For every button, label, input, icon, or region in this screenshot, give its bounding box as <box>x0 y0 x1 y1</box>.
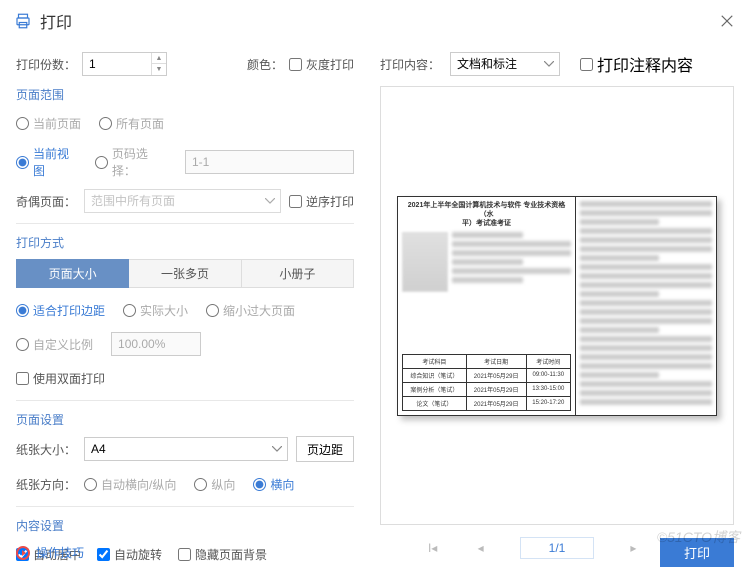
copies-label: 打印份数： <box>16 56 76 73</box>
radio-all-pages[interactable] <box>99 117 112 130</box>
paper-size-label: 纸张大小： <box>16 441 76 458</box>
tab-booklet[interactable]: 小册子 <box>242 259 354 288</box>
portrait-label: 纵向 <box>211 476 235 493</box>
tab-page-size[interactable]: 页面大小 <box>16 259 129 288</box>
exam-schedule-table: 考试科目考试日期考试时间 综合知识（笔试）2021年05月29日09:00-11… <box>402 354 571 411</box>
grayscale-checkbox[interactable] <box>289 58 302 71</box>
radio-landscape[interactable] <box>253 478 266 491</box>
odd-even-label: 奇偶页面： <box>16 193 76 210</box>
print-annot-label: 打印注释内容 <box>597 52 693 76</box>
print-content-select[interactable]: 文档和标注 <box>450 52 560 76</box>
radio-current-view[interactable] <box>16 156 29 169</box>
margins-button[interactable]: 页边距 <box>296 436 354 462</box>
radio-auto-direction[interactable] <box>84 478 97 491</box>
tips-label: 操作技巧 <box>36 544 84 561</box>
reverse-checkbox[interactable] <box>289 195 302 208</box>
landscape-label: 横向 <box>270 476 294 493</box>
paper-size-select[interactable]: A4 <box>84 437 288 461</box>
radio-current-page[interactable] <box>16 117 29 130</box>
radio-actual-size[interactable] <box>123 304 136 317</box>
reverse-label: 逆序打印 <box>306 193 354 210</box>
tab-multi-page[interactable]: 一张多页 <box>129 259 241 288</box>
play-icon <box>16 546 30 560</box>
radio-shrink-large[interactable] <box>206 304 219 317</box>
print-annot-checkbox[interactable] <box>580 58 593 71</box>
section-print-mode: 打印方式 <box>16 223 354 251</box>
duplex-checkbox[interactable] <box>16 372 29 385</box>
page-select-input[interactable] <box>185 150 354 174</box>
radio-custom-scale[interactable] <box>16 338 29 351</box>
watermark: ©51CTO博客 <box>657 527 740 547</box>
current-view-label: 当前视图 <box>33 145 77 179</box>
document-preview: 2021年上半年全国计算机技术与软件 专业技术资格（水 平）考试准考证 考试科目… <box>397 196 717 416</box>
all-pages-label: 所有页面 <box>116 115 164 132</box>
scale-input[interactable] <box>111 332 201 356</box>
auto-direction-label: 自动横向/纵向 <box>101 476 176 493</box>
radio-fit-margins[interactable] <box>16 304 29 317</box>
copies-spinbox[interactable]: ▲ ▼ <box>82 52 167 76</box>
close-icon[interactable] <box>718 12 736 30</box>
print-content-label: 打印内容： <box>380 56 440 73</box>
radio-portrait[interactable] <box>194 478 207 491</box>
tips-link[interactable]: 操作技巧 <box>16 544 84 561</box>
photo-placeholder <box>402 232 448 292</box>
preview-area: 2021年上半年全国计算机技术与软件 专业技术资格（水 平）考试准考证 考试科目… <box>380 86 734 525</box>
dialog-title: 打印 <box>40 9 72 33</box>
copies-down-icon[interactable]: ▼ <box>152 64 166 75</box>
direction-label: 纸张方向： <box>16 476 76 493</box>
radio-page-select[interactable] <box>95 156 108 169</box>
page-select-label: 页码选择： <box>112 145 167 179</box>
printer-icon <box>14 12 32 30</box>
section-page-setup: 页面设置 <box>16 400 354 428</box>
grayscale-label: 灰度打印 <box>306 56 354 73</box>
actual-size-label: 实际大小 <box>140 302 188 319</box>
current-page-label: 当前页面 <box>33 115 81 132</box>
section-page-range: 页面范围 <box>16 86 354 103</box>
copies-up-icon[interactable]: ▲ <box>152 53 166 64</box>
copies-input[interactable] <box>83 53 151 75</box>
fit-margins-label: 适合打印边距 <box>33 302 105 319</box>
shrink-large-label: 缩小过大页面 <box>223 302 295 319</box>
odd-even-select[interactable]: 范围中所有页面 <box>84 189 281 213</box>
color-label: 颜色： <box>247 56 283 73</box>
duplex-label: 使用双面打印 <box>33 370 105 387</box>
custom-scale-label: 自定义比例 <box>33 336 93 353</box>
